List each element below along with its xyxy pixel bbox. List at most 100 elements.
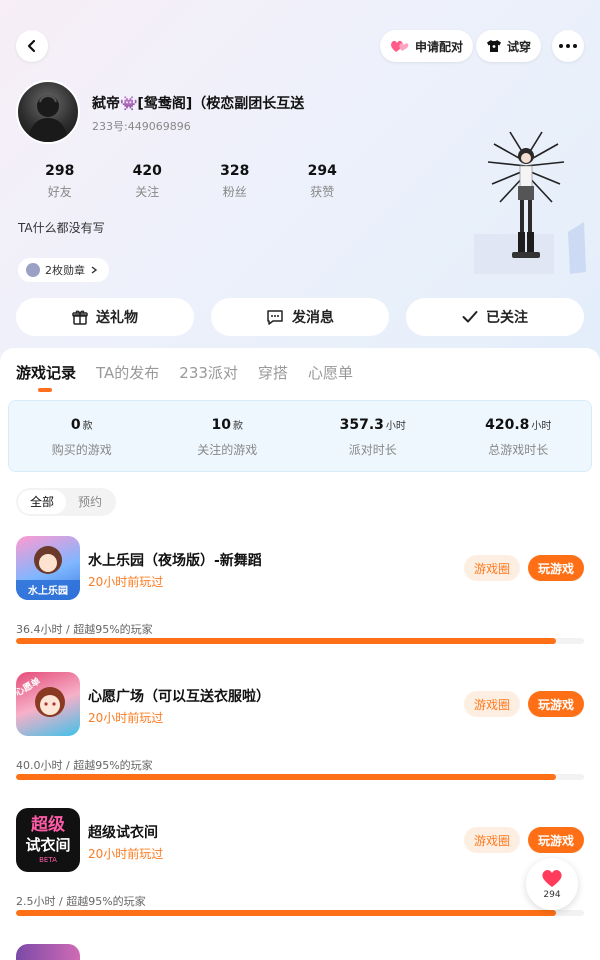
avatar-character-figure[interactable]	[474, 122, 596, 278]
message-icon	[266, 309, 284, 325]
game-playtime: 36.4小时 / 超越95%的玩家	[16, 623, 153, 636]
summary-value: 420.8	[485, 417, 530, 433]
back-button[interactable]	[16, 30, 48, 62]
filter-reserved[interactable]: 预约	[66, 490, 114, 514]
chevron-right-icon	[91, 266, 98, 274]
profile-tabs: 游戏记录 TA的发布 233派对 穿搭 心愿单	[16, 362, 373, 392]
stat-value: 298	[45, 163, 75, 179]
game-summary-card: 0款 购买的游戏 10 款 关注的游戏 357.3 小时 派对时长 420.8 小时 …	[8, 400, 592, 472]
stat-fans[interactable]: 328 粉丝	[191, 163, 279, 200]
summary-unit: 款	[82, 421, 93, 432]
game-circle-button[interactable]: 游戏圈	[464, 555, 520, 581]
game-icon-text: BETA	[39, 856, 57, 864]
tshirt-icon	[486, 39, 502, 53]
followed-label: 已关注	[486, 310, 528, 326]
heart-pair-icon	[390, 39, 410, 53]
game-last-played: 20小时前玩过	[88, 711, 164, 725]
game-playtime: 2.5小时 / 超越95%的玩家	[16, 895, 146, 908]
game-name: 水上乐园（夜场版）-新舞蹈	[88, 553, 262, 569]
game-icon-partial	[16, 944, 80, 960]
game-playtime: 40.0小时 / 超越95%的玩家	[16, 759, 153, 772]
tab-posts[interactable]: TA的发布	[96, 362, 159, 392]
more-button[interactable]	[552, 30, 584, 62]
summary-total-time: 420.8 小时 总游戏时长	[446, 401, 592, 471]
gift-icon	[72, 309, 88, 325]
game-item[interactable]: 超级 试衣间 BETA 超级试衣间 20小时前玩过 游戏圈 玩游戏 2.5小时 …	[0, 808, 600, 928]
summary-unit: 小时	[385, 421, 406, 432]
filter-all[interactable]: 全部	[18, 490, 67, 514]
playtime-progress	[16, 774, 584, 780]
game-name: 心愿广场（可以互送衣服啦）	[88, 689, 270, 705]
followed-button[interactable]: 已关注	[406, 298, 584, 336]
medal-count-label: 2枚勋章	[45, 264, 85, 277]
user-id: 233号:449069896	[92, 120, 191, 133]
game-item[interactable]: 水上乐园 水上乐园（夜场版）-新舞蹈 20小时前玩过 游戏圈 玩游戏 36.4小…	[0, 536, 600, 656]
like-count: 294	[543, 890, 561, 900]
game-icon-wish-square: 心愿单	[16, 672, 80, 736]
game-circle-button[interactable]: 游戏圈	[464, 691, 520, 717]
bio-text: TA什么都没有写	[18, 221, 105, 235]
try-on-button[interactable]: 试穿	[476, 30, 542, 62]
active-tab-indicator	[38, 388, 52, 392]
tab-wishlist[interactable]: 心愿单	[308, 362, 353, 392]
try-on-label: 试穿	[507, 39, 532, 54]
summary-followed-games: 10 款 关注的游戏	[155, 401, 301, 471]
game-name: 超级试衣间	[88, 825, 158, 841]
game-icon-water-park: 水上乐园	[16, 536, 80, 600]
stat-friends[interactable]: 298 好友	[16, 163, 104, 200]
stat-label: 粉丝	[222, 185, 247, 199]
send-gift-button[interactable]: 送礼物	[16, 298, 194, 336]
medal-icon	[26, 263, 40, 277]
summary-purchased: 0款 购买的游戏	[9, 401, 155, 471]
apply-pair-button[interactable]: 申请配对	[380, 30, 474, 62]
tab-party[interactable]: 233派对	[179, 362, 238, 392]
send-message-label: 发消息	[292, 310, 334, 326]
stat-following[interactable]: 420 关注	[104, 163, 192, 200]
summary-value: 357.3	[339, 417, 384, 433]
play-game-button[interactable]: 玩游戏	[528, 555, 584, 581]
game-filter: 全部 预约	[16, 488, 117, 516]
summary-label: 关注的游戏	[197, 443, 258, 457]
avatar[interactable]	[16, 80, 80, 144]
summary-label: 总游戏时长	[488, 443, 549, 457]
stat-value: 328	[220, 163, 250, 179]
stat-likes[interactable]: 294 获赞	[279, 163, 367, 200]
game-last-played: 20小时前玩过	[88, 847, 164, 861]
summary-unit: 小时	[531, 421, 552, 432]
play-game-button[interactable]: 玩游戏	[528, 827, 584, 853]
send-gift-label: 送礼物	[96, 310, 138, 326]
stat-label: 获赞	[310, 185, 335, 199]
chevron-left-icon	[27, 39, 36, 53]
game-icon-text: 超级	[31, 815, 65, 835]
medal-badge-button[interactable]: 2枚勋章	[18, 258, 109, 282]
play-game-button[interactable]: 玩游戏	[528, 691, 584, 717]
game-last-played: 20小时前玩过	[88, 575, 164, 589]
tab-outfits[interactable]: 穿搭	[258, 362, 288, 392]
like-button[interactable]: 294	[526, 858, 578, 910]
game-icon-super-fitting-room: 超级 试衣间 BETA	[16, 808, 80, 872]
playtime-progress-fill	[16, 774, 556, 780]
summary-value: 10	[211, 417, 231, 433]
summary-label: 派对时长	[348, 443, 397, 457]
more-dots-icon	[559, 44, 577, 48]
avatar-figure-icon	[28, 95, 68, 142]
summary-party-time: 357.3 小时 派对时长	[300, 401, 446, 471]
nickname: 弑帝👾[鸳鸯阁]（桉恋副团长互送	[92, 96, 305, 112]
summary-value: 0	[70, 417, 81, 433]
stat-value: 420	[132, 163, 162, 179]
playtime-progress-fill	[16, 910, 556, 916]
character-model-icon	[474, 131, 586, 274]
heart-icon	[542, 870, 562, 887]
playtime-progress-fill	[16, 638, 556, 644]
game-icon-text: 水上乐园	[28, 586, 68, 597]
game-icon-text: 试衣间	[25, 836, 71, 854]
game-circle-button[interactable]: 游戏圈	[464, 827, 520, 853]
apply-pair-label: 申请配对	[415, 39, 464, 54]
game-item[interactable]: 心愿单 心愿广场（可以互送衣服啦） 20小时前玩过 游戏圈 玩游戏 40.0小时…	[0, 672, 600, 792]
checkmark-icon	[462, 310, 478, 324]
summary-label: 购买的游戏	[51, 443, 112, 457]
send-message-button[interactable]: 发消息	[211, 298, 389, 336]
stat-label: 好友	[47, 185, 72, 199]
playtime-progress	[16, 638, 584, 644]
summary-unit: 款	[232, 421, 243, 432]
